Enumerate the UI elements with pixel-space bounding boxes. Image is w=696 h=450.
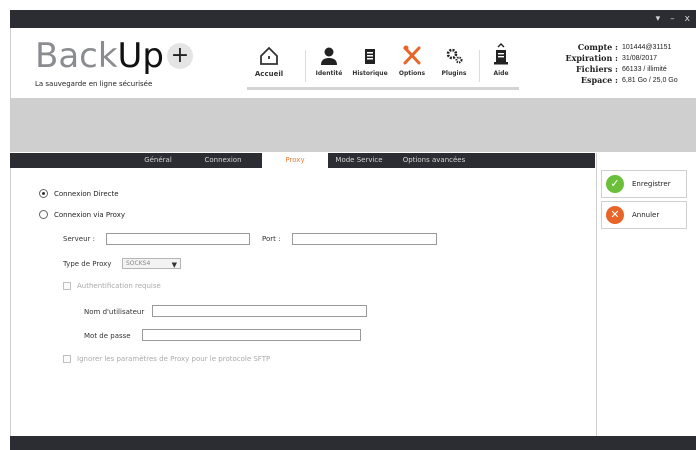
tab-general[interactable]: Général (136, 153, 180, 168)
proxy-type-value: SOCKS4 (126, 260, 151, 267)
nav-label-accueil: Accueil (254, 70, 284, 78)
proxy-connection-option[interactable]: Connexion via Proxy (39, 210, 125, 219)
dropdown-arrow-icon: ▼ (171, 261, 177, 269)
status-bar (10, 436, 696, 450)
window-minimize-icon[interactable]: – (670, 13, 675, 25)
account-info: Compte :101444@31151 Expiration :31/08/2… (565, 42, 684, 86)
ignore-sftp-checkbox[interactable] (63, 355, 71, 363)
settings-tabs: Général Connexion Proxy Mode Service Opt… (10, 153, 595, 168)
tab-connexion[interactable]: Connexion (198, 153, 248, 168)
auth-required-label: Authentification requise (77, 282, 161, 290)
port-input[interactable] (292, 233, 437, 245)
proxy-type-select[interactable]: SOCKS4 ▼ (122, 258, 181, 269)
nav-item-plugins[interactable]: Plugins (437, 42, 471, 87)
ignore-sftp-label: Ignorer les paramètres de Proxy pour le … (77, 355, 271, 363)
proxy-type-label: Type de Proxy (63, 260, 112, 268)
nav-item-accueil[interactable]: Accueil (251, 42, 287, 87)
account-row-espace: Espace :6,81 Go / 25,0 Go (580, 75, 678, 85)
nav-label-historique: Historique (352, 70, 388, 77)
password-label: Mot de passe (84, 332, 131, 340)
brand-plus-badge: + (167, 43, 193, 69)
auth-required-option[interactable]: Authentification requise (63, 282, 161, 290)
help-icon (494, 43, 508, 65)
port-label: Port : (262, 235, 281, 243)
save-button-label: Enregistrer (632, 180, 671, 188)
username-label: Nom d'utilisateur (84, 308, 145, 316)
cancel-button-label: Annuler (632, 211, 660, 219)
document-icon (365, 49, 375, 64)
nav-item-aide[interactable]: Aide (485, 42, 517, 87)
app-header: BackUp + La sauvegarde en ligne sécurisé… (10, 28, 696, 98)
direct-connection-radio[interactable] (39, 189, 48, 198)
window-title-bar: ▾ – x (10, 10, 696, 28)
server-label: Serveur : (63, 235, 95, 243)
direct-connection-option[interactable]: Connexion Directe (39, 189, 119, 198)
user-icon (321, 47, 337, 65)
nav-item-identite[interactable]: Identité (311, 42, 347, 87)
checkmark-icon: ✓ (606, 175, 624, 193)
tab-proxy[interactable]: Proxy (262, 153, 328, 168)
ignore-sftp-option[interactable]: Ignorer les paramètres de Proxy pour le … (63, 355, 270, 363)
proxy-settings-panel: Connexion Directe Connexion via Proxy Se… (10, 168, 595, 436)
tab-mode-service[interactable]: Mode Service (330, 153, 388, 168)
gears-icon (446, 48, 463, 64)
brand-tagline: La sauvegarde en ligne sécurisée (35, 80, 153, 88)
window-close-icon[interactable]: x (685, 13, 690, 25)
proxy-connection-radio[interactable] (39, 210, 48, 219)
tab-options-avancees[interactable]: Options avancées (396, 153, 472, 168)
direct-connection-label: Connexion Directe (54, 189, 119, 198)
window-menu-icon[interactable]: ▾ (656, 13, 661, 25)
proxy-connection-label: Connexion via Proxy (54, 210, 126, 219)
account-row-fichiers: Fichiers :66133 / illimité (576, 64, 667, 74)
main-nav: Accueil Identité Historique Options Plug… (247, 42, 519, 90)
save-button[interactable]: ✓ Enregistrer (601, 170, 687, 198)
brand-logo: BackUp (35, 36, 165, 76)
nav-divider (305, 50, 306, 82)
password-input[interactable] (142, 329, 361, 341)
nav-item-options[interactable]: Options (395, 42, 429, 87)
account-row-compte: Compte :101444@31151 (577, 42, 672, 52)
username-input[interactable] (152, 305, 367, 317)
server-input[interactable] (106, 233, 250, 245)
nav-label-aide: Aide (493, 70, 509, 77)
nav-item-historique[interactable]: Historique (351, 42, 389, 87)
account-row-expiration: Expiration :31/08/2017 (565, 53, 658, 63)
nav-label-options: Options (398, 70, 426, 77)
cancel-button[interactable]: ✕ Annuler (601, 201, 687, 229)
home-icon (260, 46, 278, 65)
nav-divider (479, 50, 480, 82)
auth-required-checkbox[interactable] (63, 282, 71, 290)
header-band (10, 98, 696, 152)
nav-label-identite: Identité (315, 70, 343, 77)
cancel-icon: ✕ (606, 206, 624, 224)
action-panel: ✓ Enregistrer ✕ Annuler (596, 153, 696, 436)
nav-label-plugins: Plugins (441, 70, 467, 77)
tools-icon (403, 45, 421, 65)
